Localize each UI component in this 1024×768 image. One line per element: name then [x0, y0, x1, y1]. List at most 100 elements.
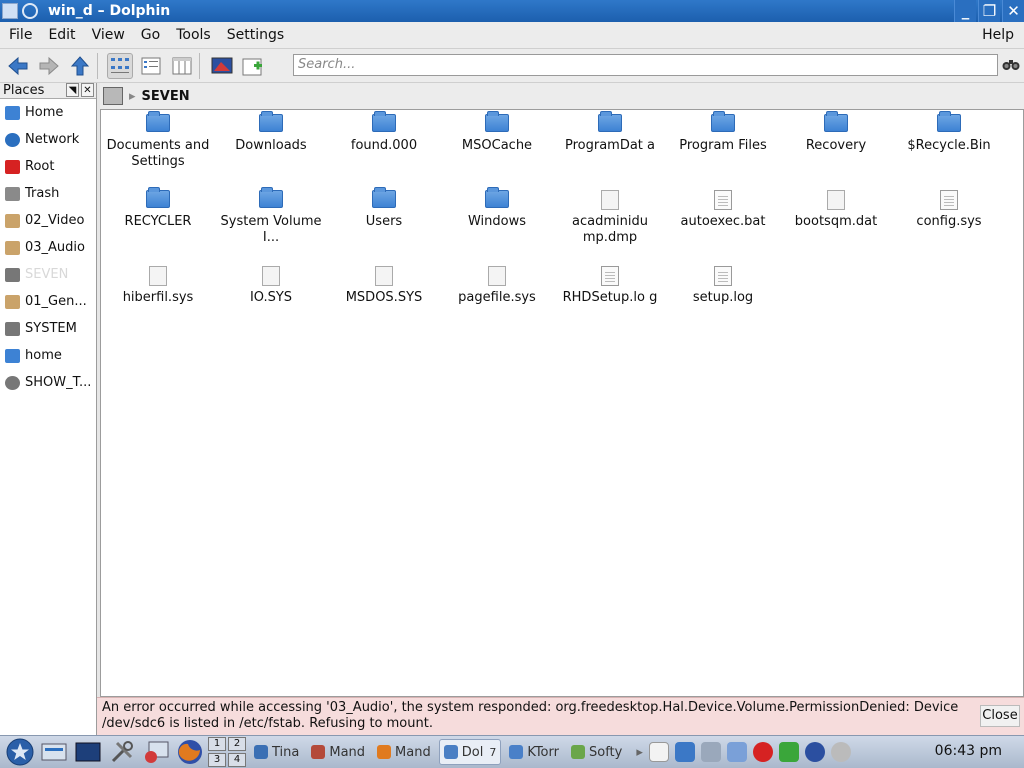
binoculars-icon[interactable] — [1002, 57, 1020, 75]
binary-file-icon — [488, 266, 506, 286]
folder-item[interactable]: ProgramDat a — [555, 111, 665, 154]
folder-item[interactable]: Documents and Settings — [103, 111, 213, 170]
desktop-2[interactable]: 2 — [228, 737, 246, 751]
folder-icon — [824, 111, 848, 132]
desktop-1[interactable]: 1 — [208, 737, 226, 751]
volume-icon[interactable] — [700, 742, 721, 762]
taskbar-task[interactable]: Dol 7 — [438, 739, 502, 765]
file-item[interactable]: config.sys — [894, 190, 1004, 230]
panel-float-button[interactable]: ◥ — [66, 83, 79, 97]
search-input[interactable]: Search... — [293, 54, 998, 76]
blank-file-icon — [375, 266, 393, 286]
places-item[interactable]: SHOW_T... — [0, 369, 96, 396]
taskbar-task[interactable]: Tina — [250, 739, 303, 765]
places-item[interactable]: Network — [0, 126, 96, 153]
places-item[interactable]: Root — [0, 153, 96, 180]
breadcrumb-current[interactable]: SEVEN — [142, 89, 190, 104]
menu-settings[interactable]: Settings — [218, 27, 291, 43]
split-view-button[interactable] — [240, 53, 266, 79]
power-manager-icon[interactable] — [804, 742, 825, 762]
file-view[interactable]: Documents and Settings Downloads found.000… — [100, 109, 1024, 697]
desktop-4[interactable]: 4 — [228, 753, 246, 767]
file-item[interactable]: pagefile.sys — [442, 266, 552, 306]
taskbar-task[interactable]: Softy — [567, 739, 626, 765]
tray-expand-icon[interactable]: ▸ — [636, 745, 643, 760]
file-name: Users — [365, 214, 403, 229]
clock[interactable]: 06:43 pm — [935, 743, 1002, 759]
menu-go[interactable]: Go — [132, 27, 167, 43]
places-item[interactable]: home — [0, 342, 96, 369]
drive-manager-icon[interactable] — [40, 738, 68, 766]
taskbar-task[interactable]: Mand — [307, 739, 369, 765]
optical-disc-icon — [5, 375, 20, 390]
firefox-icon[interactable] — [176, 738, 204, 766]
folder-item[interactable]: System Volume I... — [216, 187, 326, 246]
file-item[interactable]: MSDOS.SYS — [329, 266, 439, 306]
file-item[interactable]: RHDSetup.lo g — [555, 266, 665, 306]
places-item[interactable]: SYSTEM — [0, 315, 96, 342]
maximize-button[interactable]: ❐ — [978, 0, 1000, 22]
folder-item[interactable]: Downloads — [216, 111, 326, 154]
up-button[interactable] — [67, 53, 93, 79]
places-item[interactable]: Home — [0, 99, 96, 126]
desktop-pager[interactable]: 1 2 3 4 — [208, 737, 246, 767]
terminal-icon[interactable] — [74, 738, 102, 766]
panel-close-button[interactable]: ✕ — [81, 83, 94, 97]
file-item[interactable]: setup.log — [668, 266, 778, 306]
hard-drive-icon[interactable] — [103, 87, 123, 105]
folder-item[interactable]: Windows — [442, 187, 552, 230]
network-manager-icon[interactable] — [674, 742, 695, 762]
clipboard-icon[interactable] — [648, 742, 669, 762]
back-arrow-icon — [8, 56, 28, 75]
folder-item[interactable]: $Recycle.Bin — [894, 111, 1004, 154]
file-item[interactable]: hiberfil.sys — [103, 266, 213, 306]
places-item[interactable]: Trash — [0, 180, 96, 207]
folder-icon — [259, 187, 283, 208]
file-item[interactable]: bootsqm.dat — [781, 190, 891, 230]
close-window-button[interactable]: ✕ — [1002, 0, 1024, 22]
download-icon[interactable] — [726, 742, 747, 762]
back-button[interactable] — [5, 53, 31, 79]
close-error-button[interactable]: Close — [980, 705, 1020, 727]
system-monitor-icon[interactable] — [142, 738, 170, 766]
menu-tools[interactable]: Tools — [167, 27, 218, 43]
folder-item[interactable]: Program Files — [668, 111, 778, 154]
folder-item[interactable]: found.000 — [329, 111, 439, 154]
file-item[interactable]: autoexec.bat — [668, 190, 778, 230]
folder-icon — [598, 111, 622, 132]
places-item-label: Trash — [25, 186, 60, 201]
calendar-icon[interactable] — [778, 742, 799, 762]
menu-help[interactable]: Help — [982, 27, 1014, 43]
system-settings-icon[interactable] — [108, 738, 136, 766]
menu-edit[interactable]: Edit — [39, 27, 82, 43]
file-item[interactable]: IO.SYS — [216, 266, 326, 306]
columns-view-button[interactable] — [169, 53, 195, 79]
places-item[interactable]: 02_Video — [0, 207, 96, 234]
window-menu-icon[interactable] — [2, 3, 18, 19]
menu-file[interactable]: File — [0, 27, 39, 43]
folder-icon — [937, 111, 961, 132]
menu-view[interactable]: View — [83, 27, 132, 43]
text-file-icon — [601, 266, 619, 286]
places-item[interactable]: SEVEN — [0, 261, 96, 288]
update-alert-icon[interactable] — [752, 742, 773, 762]
places-item[interactable]: 01_Gen... — [0, 288, 96, 315]
folder-item[interactable]: MSOCache — [442, 111, 552, 154]
icons-view-button[interactable] — [107, 52, 133, 79]
folder-item[interactable]: RECYCLER — [103, 187, 213, 230]
places-item[interactable]: 03_Audio — [0, 234, 96, 261]
folder-item[interactable]: Users — [329, 187, 439, 230]
info-icon[interactable] — [830, 742, 851, 762]
folder-item[interactable]: Recovery — [781, 111, 891, 154]
places-item-label: Home — [25, 105, 64, 120]
taskbar-task[interactable]: Mand — [373, 739, 435, 765]
details-view-button[interactable] — [138, 53, 164, 79]
desktop-3[interactable]: 3 — [208, 753, 226, 767]
preview-button[interactable] — [209, 53, 235, 79]
forward-button[interactable] — [36, 53, 62, 79]
kickoff-menu-icon[interactable] — [6, 738, 34, 766]
file-item[interactable]: acadminidu mp.dmp — [555, 190, 665, 246]
taskbar-task[interactable]: KTorr — [505, 739, 563, 765]
pin-icon[interactable] — [22, 3, 38, 19]
minimize-button[interactable]: _ — [954, 0, 976, 22]
